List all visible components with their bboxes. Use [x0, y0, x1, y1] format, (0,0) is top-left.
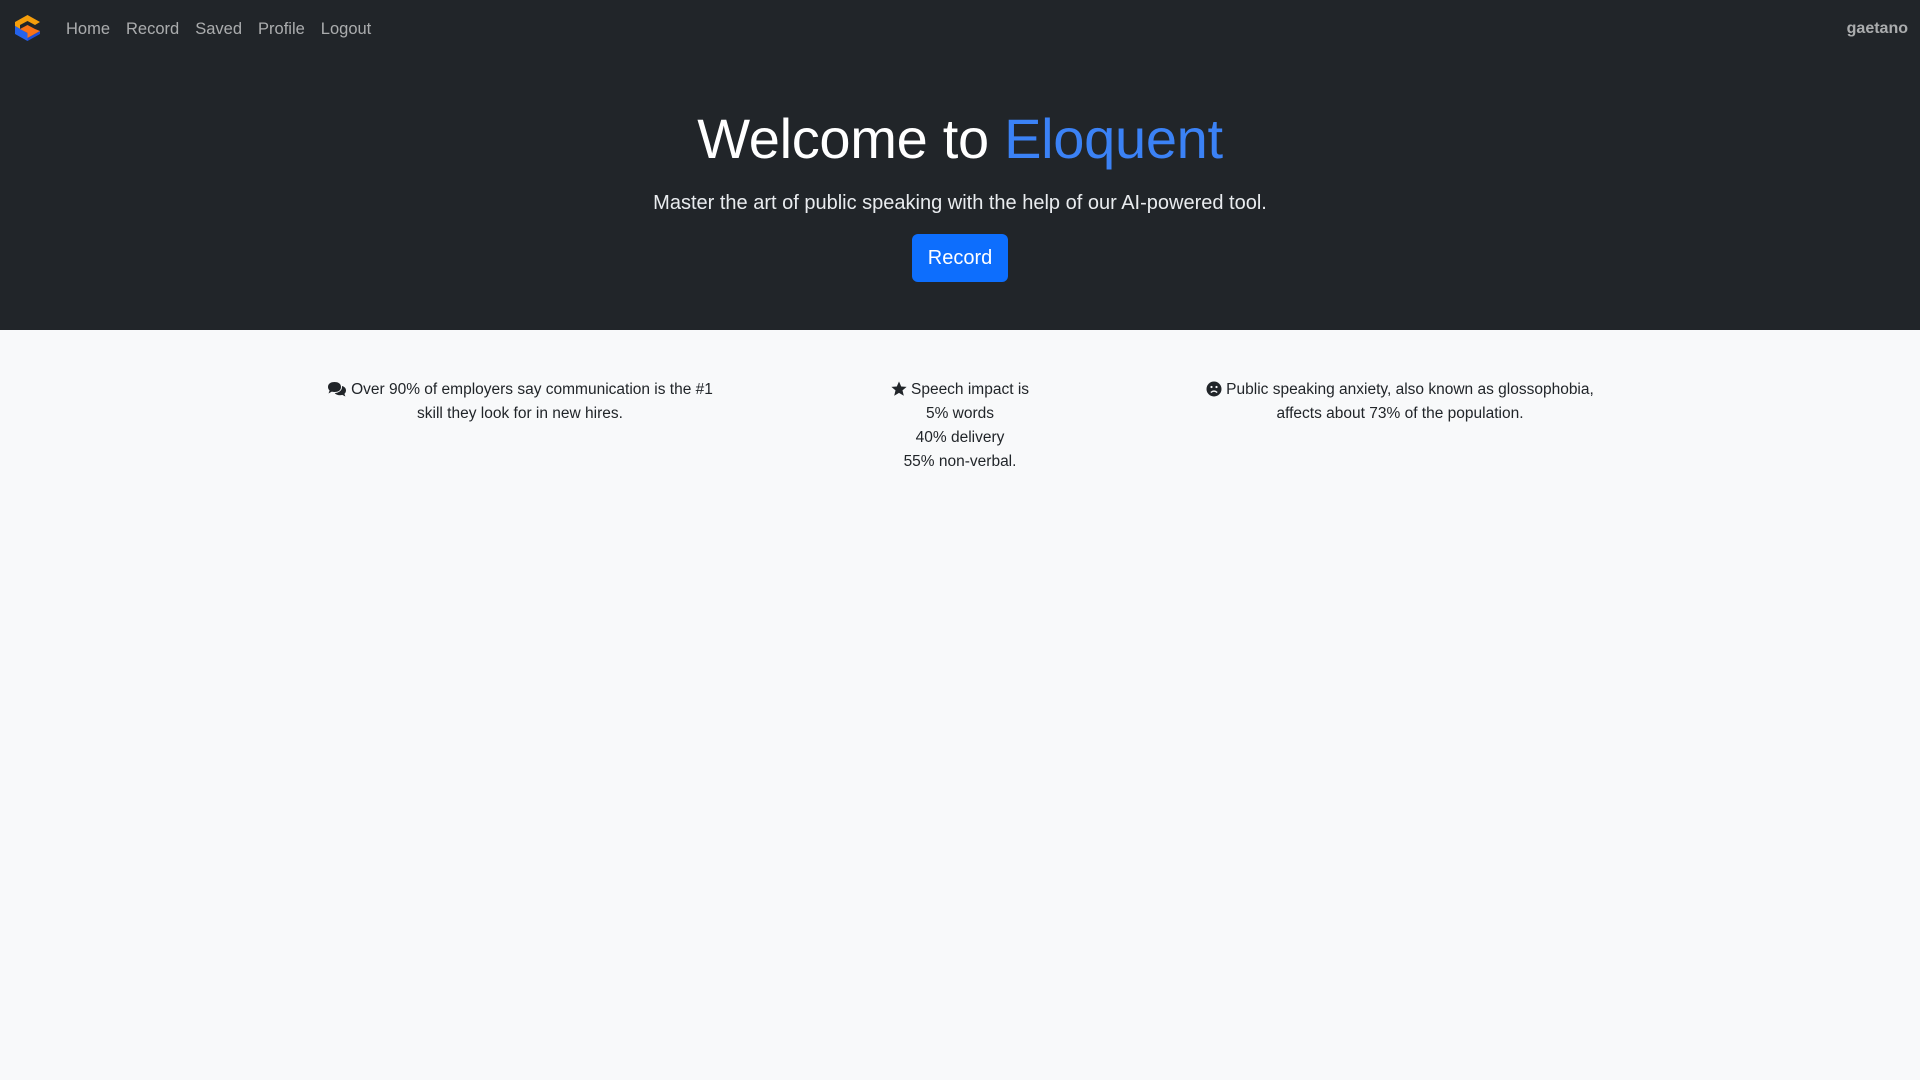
fact-line: 55% non-verbal.	[903, 453, 1017, 470]
nav-links: Home Record Saved Profile Logout	[66, 0, 387, 58]
fact-line: Over 90% of employers say communication …	[310, 378, 730, 402]
fact-line: affects about 73% of the population.	[1276, 405, 1524, 422]
fact-line: skill they look for in new hires.	[417, 405, 623, 422]
hero-title-brand: Eloquent	[1004, 107, 1223, 170]
hero-subtitle: Master the art of public speaking with t…	[653, 192, 1267, 214]
navbar: Home Record Saved Profile Logout gaetano	[0, 0, 1920, 58]
comments-icon	[328, 382, 347, 397]
facts-row: Over 90% of employers say communication …	[0, 378, 1920, 498]
nav-link-logout[interactable]: Logout	[321, 20, 371, 39]
hero-title: Welcome to Eloquent	[0, 106, 1920, 171]
fact-line: 5% words	[925, 405, 995, 422]
nav-link-home[interactable]: Home	[66, 20, 110, 39]
frown-icon	[1206, 381, 1222, 397]
fact-line: Speech impact is	[750, 378, 1170, 402]
fact-text: Public speaking anxiety, also known as g…	[1226, 381, 1594, 398]
nav-username[interactable]: gaetano	[1847, 0, 1908, 58]
fact-communication: Over 90% of employers say communication …	[310, 378, 730, 426]
fact-speech-impact: Speech impact is 5% words 40% delivery 5…	[750, 378, 1170, 474]
record-button[interactable]: Record	[912, 234, 1008, 282]
star-icon	[891, 381, 907, 396]
nav-link-saved[interactable]: Saved	[195, 20, 242, 39]
hero-title-prefix: Welcome to	[697, 107, 1005, 170]
nav-link-profile[interactable]: Profile	[258, 20, 305, 39]
eloquent-logo-icon[interactable]	[13, 14, 42, 43]
fact-line: Public speaking anxiety, also known as g…	[1190, 378, 1610, 402]
nav-link-record[interactable]: Record	[126, 20, 179, 39]
fact-text: Over 90% of employers say communication …	[351, 381, 713, 398]
fact-glossophobia: Public speaking anxiety, also known as g…	[1190, 378, 1610, 426]
hero-section: Welcome to Eloquent Master the art of pu…	[0, 58, 1920, 330]
fact-line: 40% delivery	[915, 429, 1005, 446]
fact-text: Speech impact is	[910, 381, 1030, 398]
